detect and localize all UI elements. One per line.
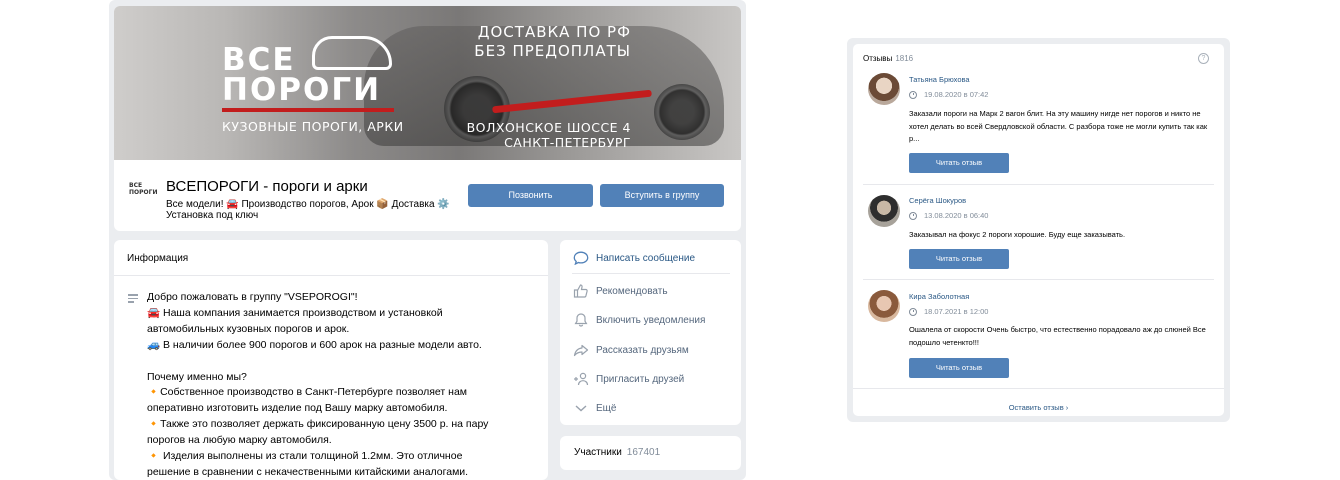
more-action[interactable]: Ещё: [572, 398, 616, 418]
reviews-title: Отзывы: [863, 54, 893, 63]
review-date-text: 18.07.2021 в 12:00: [924, 307, 989, 316]
cover-wheel-image: [654, 84, 710, 140]
description-icon: [128, 294, 138, 305]
review-author[interactable]: Татьяна Брюхова: [909, 75, 970, 84]
review-date: 13.08.2020 в 06:40: [909, 211, 988, 220]
reviews-widget: Отзывы 1816 ? Татьяна Брюхова 19.08.2020 …: [847, 38, 1230, 422]
chevron-down-icon: [572, 401, 590, 415]
share-action[interactable]: Рассказать друзьям: [572, 340, 689, 360]
cover-brand-tagline: КУЗОВНЫЕ ПОРОГИ, АРКИ: [222, 119, 404, 134]
group-header-card: ВСЕ ПОРОГИ КУЗОВНЫЕ ПОРОГИ, АРКИ ДОСТАВК…: [114, 6, 741, 231]
notifications-label: Включить уведомления: [596, 314, 706, 326]
invite-action[interactable]: Пригласить друзей: [572, 369, 684, 389]
recommend-label: Рекомендовать: [596, 285, 668, 297]
info-title: Информация: [114, 240, 548, 276]
info-line: 🔸Также это позволяет держать фиксированн…: [147, 418, 489, 431]
info-line: решение в сравнении с некачественными ки…: [147, 465, 469, 478]
info-line: [147, 354, 537, 370]
group-cover: ВСЕ ПОРОГИ КУЗОВНЫЕ ПОРОГИ, АРКИ ДОСТАВК…: [114, 6, 741, 160]
members-count: 167401: [626, 447, 661, 458]
join-group-button[interactable]: Вступить в группу: [600, 184, 724, 207]
read-review-button[interactable]: Читать отзыв: [909, 249, 1009, 269]
info-line: 🔸Собственное производство в Санкт-Петерб…: [147, 386, 468, 399]
info-line: 🚙 В наличии более 900 порогов и 600 арок…: [147, 338, 482, 351]
info-card: Информация Добро пожаловать в группу "VS…: [114, 240, 548, 480]
info-line: автомобильных кузовных порогов и арок.: [147, 322, 350, 335]
review-author[interactable]: Кира Заболотная: [909, 292, 969, 301]
help-icon[interactable]: ?: [1198, 53, 1209, 64]
review-date: 19.08.2020 в 07:42: [909, 90, 988, 99]
review-divider: [853, 388, 1224, 389]
bell-icon: [572, 313, 590, 327]
group-avatar[interactable]: ВСЕ ПОРОГИ: [129, 182, 159, 200]
send-message-action[interactable]: Написать сообщение: [572, 248, 695, 268]
cover-address-line1: ВОЛХОНСКОЕ ШОССЕ 4: [466, 120, 631, 135]
info-description: Добро пожаловать в группу "VSEPOROGI"! 🚘…: [147, 290, 537, 480]
cover-delivery-line2: БЕЗ ПРЕДОПЛАТЫ: [474, 42, 631, 60]
add-user-icon: [572, 372, 590, 386]
members-label: Участники: [574, 447, 622, 458]
read-review-button[interactable]: Читать отзыв: [909, 358, 1009, 378]
call-button[interactable]: Позвонить: [468, 184, 593, 207]
info-line: Добро пожаловать в группу "VSEPOROGI"!: [147, 291, 358, 303]
group-page: ВСЕ ПОРОГИ КУЗОВНЫЕ ПОРОГИ, АРКИ ДОСТАВК…: [109, 0, 746, 480]
review-text: Ошалела от скорости Очень быстро, что ес…: [909, 325, 1206, 347]
cover-brand-line2: ПОРОГИ: [222, 72, 382, 108]
avatar[interactable]: [868, 73, 900, 105]
reviews-header: Отзывы 1816: [863, 54, 913, 63]
actions-divider: [572, 273, 730, 274]
like-icon: [572, 284, 590, 298]
reviews-card: Отзывы 1816 ? Татьяна Брюхова 19.08.2020 …: [853, 44, 1224, 416]
cover-address-line2: САНКТ-ПЕТЕРБУРГ: [504, 135, 631, 150]
review-divider: [863, 279, 1214, 280]
invite-label: Пригласить друзей: [596, 373, 685, 385]
review-text: Заказывал на фокус 2 пороги хорошие. Буд…: [909, 230, 1126, 239]
group-name: ВСЕПОРОГИ - пороги и арки: [166, 178, 368, 195]
review-date-text: 19.08.2020 в 07:42: [924, 90, 989, 99]
members-card[interactable]: Участники 167401: [560, 436, 741, 470]
cover-logo-car-icon: [312, 36, 392, 70]
info-line: порогов на любую марку автомобиля.: [147, 434, 332, 447]
actions-card: Написать сообщение Рекомендовать Включит…: [560, 240, 741, 425]
cover-brand-underline: [222, 108, 394, 112]
leave-review-link[interactable]: Оставить отзыв ›: [853, 403, 1224, 412]
share-icon: [572, 343, 590, 357]
clock-icon: [909, 307, 917, 316]
send-message-label: Написать сообщение: [596, 252, 696, 264]
avatar[interactable]: [868, 290, 900, 322]
reviews-count: 1816: [895, 54, 914, 63]
read-review-button[interactable]: Читать отзыв: [909, 153, 1009, 173]
recommend-action[interactable]: Рекомендовать: [572, 281, 668, 301]
cover-delivery-line1: ДОСТАВКА ПО РФ: [477, 23, 631, 41]
review-author[interactable]: Серёга Шокуров: [909, 196, 966, 205]
group-avatar-line2: ПОРОГИ: [129, 189, 158, 196]
review-date: 18.07.2021 в 12:00: [909, 307, 988, 316]
avatar[interactable]: [868, 195, 900, 227]
group-avatar-line1: ВСЕ: [129, 182, 143, 189]
review-text: Заказали пороги на Марк 2 вагон блит. На…: [909, 109, 1208, 143]
clock-icon: [909, 211, 917, 220]
message-icon: [572, 251, 590, 265]
share-label: Рассказать друзьям: [596, 344, 689, 356]
review-date-text: 13.08.2020 в 06:40: [924, 211, 989, 220]
info-line: 🚘 Наша компания занимается производством…: [147, 306, 443, 319]
info-line: Почему именно мы?: [147, 370, 247, 383]
info-line: оперативно изготовить изделие под Вашу м…: [147, 402, 448, 415]
review-divider: [863, 184, 1214, 185]
group-status: Все модели! 🚘 Производство порогов, Арок…: [166, 199, 450, 221]
notifications-action[interactable]: Включить уведомления: [572, 310, 705, 330]
group-info-bar: ВСЕ ПОРОГИ ВСЕПОРОГИ - пороги и арки Все…: [114, 160, 741, 231]
info-line: 🔸 Изделия выполнены из стали толщиной 1.…: [147, 450, 463, 463]
more-label: Ещё: [596, 402, 617, 414]
clock-icon: [909, 90, 917, 99]
